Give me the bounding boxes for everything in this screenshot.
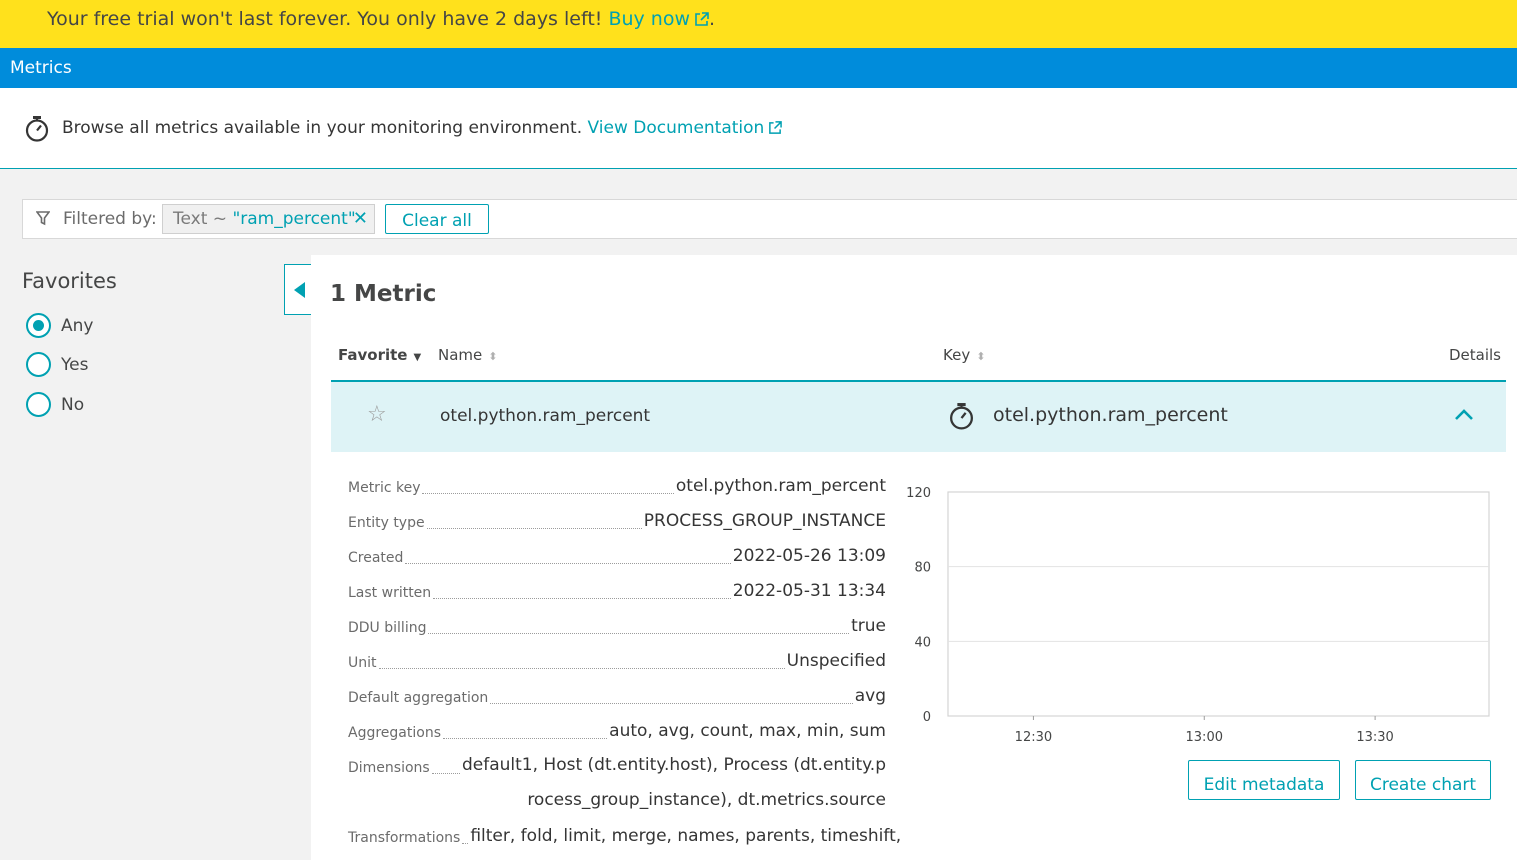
y-tick-label: 40 [914,635,931,650]
favorites-option-yes[interactable]: Yes [26,352,88,377]
favorites-option-label: Any [61,315,94,336]
metric-timer-icon [950,403,973,430]
external-link-icon [769,121,783,134]
page-title: Metrics [10,58,72,78]
favorites-option-label: Yes [61,354,89,375]
column-header-favorite[interactable]: Favorite ▼ [338,346,421,364]
x-tick-label: 13:30 [1356,730,1393,745]
detail-value: avg [854,686,886,706]
sort-icon: ⬍ [976,350,986,363]
collapse-sidebar-button[interactable] [284,264,312,315]
radio-icon[interactable] [26,392,51,417]
detail-row: Transformations filter, fold, limit, merg… [348,826,901,860]
chart-plot-area [947,491,1490,717]
filter-icon [36,211,50,226]
detail-value: PROCESS_GROUP_INSTANCE [643,511,886,531]
table-row[interactable]: ☆ otel.python.ram_percent otel.python.ra… [331,380,1506,452]
info-text: Browse all metrics available in your mon… [62,118,588,138]
detail-label: DDU billing [348,620,427,636]
detail-label: Unit [348,655,377,671]
column-header-name[interactable]: Name ⬍ [438,346,497,364]
detail-label: Dimensions [348,760,430,776]
detail-value: 2022-05-26 13:09 [732,546,886,566]
favorites-sidebar: Favorites Any Yes No [0,255,311,860]
detail-row: Created 2022-05-26 13:09 [348,546,886,581]
remove-filter-icon[interactable]: ✕ [353,208,368,229]
edit-metadata-button[interactable]: Edit metadata [1188,760,1340,800]
info-bar: Browse all metrics available in your mon… [0,88,1517,169]
x-tick-label: 13:00 [1186,730,1223,745]
filter-chip-value: "ram_percent" [232,209,356,229]
detail-label: Metric key [348,480,421,496]
favorite-star-icon[interactable]: ☆ [367,402,387,427]
trial-banner: Your free trial won't last forever. You … [0,0,1517,48]
detail-value: default1, Host (dt.entity.host), Process… [461,755,886,810]
detail-value: Unspecified [786,651,886,671]
radio-selected-icon[interactable] [26,313,51,338]
trial-banner-text: Your free trial won't last forever. You … [47,8,609,30]
metric-key: otel.python.ram_percent [993,404,1228,426]
sort-icon: ⬍ [488,350,498,363]
metric-details: Metric key otel.python.ram_percent Entity… [348,476,901,860]
detail-row: Dimensions default1, Host (dt.entity.host… [348,755,886,826]
metric-chart: 1208040012:0012:3013:0013:30 [906,486,1490,745]
y-tick-label: 120 [906,486,931,501]
detail-value: 2022-05-31 13:34 [732,581,886,601]
filter-chip-prefix: Text ~ [173,209,233,229]
detail-label: Transformations [348,830,461,846]
chevron-up-icon[interactable] [1454,407,1474,421]
favorites-option-no[interactable]: No [26,392,84,417]
detail-label: Last written [348,585,432,601]
y-tick-label: 80 [914,561,931,576]
sort-desc-icon: ▼ [413,352,422,363]
detail-label: Default aggregation [348,690,489,706]
collapse-arrow-icon [294,282,305,298]
view-documentation-link[interactable]: View Documentation [588,118,783,138]
detail-row: Entity type PROCESS_GROUP_INSTANCE [348,511,886,546]
create-chart-button[interactable]: Create chart [1355,760,1491,800]
detail-value: otel.python.ram_percent [675,476,886,496]
detail-row: Default aggregation avg [348,686,886,721]
detail-value: filter, fold, limit, merge, names, paren… [470,826,902,846]
detail-value: true [851,616,886,636]
external-link-icon [695,12,709,26]
favorites-title: Favorites [22,269,117,293]
clear-all-button[interactable]: Clear all [385,204,489,234]
banner-period: . [709,8,716,30]
metric-count: 1 Metric [330,281,437,307]
detail-row: Metric key otel.python.ram_percent [348,476,886,511]
detail-row: DDU billing true [348,616,886,651]
detail-value: auto, avg, count, max, min, sum [609,721,886,741]
detail-row: Last written 2022-05-31 13:34 [348,581,886,616]
metric-name: otel.python.ram_percent [440,406,651,426]
filter-label: Filtered by: [63,209,157,229]
filter-chip[interactable]: Text ~ "ram_percent" ✕ [162,204,375,234]
detail-label: Aggregations [348,725,441,741]
page-title-bar: Metrics [0,48,1517,88]
info-text-wrap: Browse all metrics available in your mon… [62,118,783,138]
metrics-panel: 1 Metric Favorite ▼ Name ⬍ Key ⬍ Details ☆ … [311,255,1517,860]
column-header-key[interactable]: Key ⬍ [943,346,985,364]
detail-label: Entity type [348,515,425,531]
favorites-option-label: No [61,394,85,415]
radio-icon[interactable] [26,352,51,377]
filter-bar[interactable]: Filtered by: Text ~ "ram_percent" ✕ Clea… [22,199,1517,239]
y-tick-label: 0 [923,710,931,725]
detail-row: Unit Unspecified [348,651,886,686]
favorites-option-any[interactable]: Any [26,313,93,338]
detail-label: Created [348,550,404,566]
metric-timer-icon [25,116,49,142]
column-header-details: Details [1449,346,1502,364]
buy-now-link[interactable]: Buy now [608,8,709,30]
x-tick-label: 12:30 [1015,730,1052,745]
